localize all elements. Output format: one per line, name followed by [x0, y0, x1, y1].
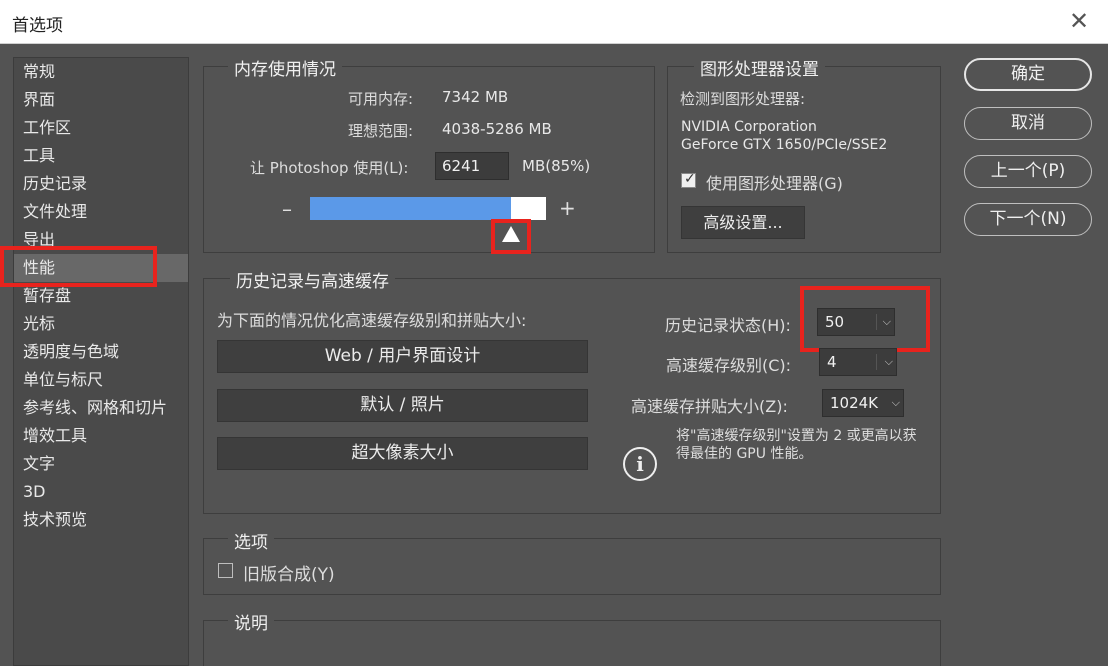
gpu-settings-title: 图形处理器设置 [694, 55, 825, 80]
use-gpu-label: 使用图形处理器(G) [706, 174, 843, 193]
history-states-label: 历史记录状态(H): [665, 316, 791, 335]
sidebar-item-3d[interactable]: 3D [14, 478, 188, 506]
cache-levels-label: 高速缓存级别(C): [666, 356, 792, 375]
legacy-compositing-checkbox[interactable] [218, 563, 233, 578]
gpu-detected-label: 检测到图形处理器: [680, 90, 806, 108]
use-gpu-checkbox[interactable]: ✓ [681, 171, 696, 188]
decrease-memory-button[interactable]: – [282, 197, 292, 221]
gpu-cache-note: 将"高速缓存级别"设置为 2 或更高以获得最佳的 GPU 性能。 [676, 428, 917, 462]
sidebar-item-type[interactable]: 文字 [14, 450, 188, 478]
title-bar: 首选项 ✕ [0, 0, 1108, 44]
preset-default-photos-button[interactable]: 默认 / 照片 [217, 389, 588, 422]
ideal-range-value: 4038-5286 MB [442, 120, 552, 138]
ideal-range-label: 理想范围: [348, 122, 414, 140]
cache-levels-select[interactable]: 4 ⌵ [819, 348, 897, 376]
sidebar-item-units-rulers[interactable]: 单位与标尺 [14, 366, 188, 394]
sidebar-item-general[interactable]: 常规 [14, 58, 188, 86]
memory-slider-track[interactable] [310, 197, 546, 220]
chevron-down-icon: ⌵ [891, 396, 900, 409]
ok-button[interactable]: 确定 [964, 58, 1092, 91]
select-divider [876, 314, 877, 330]
category-sidebar: 常规 界面 工作区 工具 历史记录 文件处理 导出 性能 暂存盘 光标 透明度与… [13, 57, 189, 666]
history-cache-title: 历史记录与高速缓存 [230, 267, 395, 292]
description-group [203, 620, 941, 666]
history-states-value: 50 [825, 313, 845, 331]
memory-unit-label: MB(85%) [522, 157, 591, 175]
sidebar-item-file-handling[interactable]: 文件处理 [14, 198, 188, 226]
next-button[interactable]: 下一个(N) [964, 203, 1092, 236]
chevron-down-icon: ⌵ [882, 315, 891, 328]
tile-size-value: 1024K [830, 394, 879, 412]
sidebar-item-guides-grid[interactable]: 参考线、网格和切片 [14, 394, 188, 422]
cache-levels-value: 4 [827, 353, 837, 371]
increase-memory-button[interactable]: + [559, 196, 576, 220]
history-states-select[interactable]: 50 ⌵ [817, 308, 895, 336]
sidebar-item-interface[interactable]: 界面 [14, 86, 188, 114]
gpu-vendor: NVIDIA Corporation [681, 119, 817, 135]
sidebar-item-workspace[interactable]: 工作区 [14, 114, 188, 142]
sidebar-item-cursors[interactable]: 光标 [14, 310, 188, 338]
sidebar-item-history[interactable]: 历史记录 [14, 170, 188, 198]
preset-web-ui-button[interactable]: Web / 用户界面设计 [217, 340, 588, 373]
cancel-button[interactable]: 取消 [964, 107, 1092, 140]
memory-usage-title: 内存使用情况 [228, 55, 342, 80]
tile-size-label: 高速缓存拼贴大小(Z): [631, 397, 788, 416]
sidebar-item-export[interactable]: 导出 [14, 226, 188, 254]
sidebar-item-tech-preview[interactable]: 技术预览 [14, 506, 188, 534]
sidebar-item-plugins[interactable]: 增效工具 [14, 422, 188, 450]
check-icon: ✓ [684, 171, 696, 187]
memory-usage-input[interactable]: 6241 [435, 152, 509, 180]
sidebar-item-performance[interactable]: 性能 [14, 254, 188, 282]
advanced-settings-button[interactable]: 高级设置... [681, 206, 805, 239]
sidebar-item-scratch-disks[interactable]: 暂存盘 [14, 282, 188, 310]
available-memory-value: 7342 MB [442, 88, 509, 106]
select-divider [876, 354, 877, 370]
preset-huge-pixel-button[interactable]: 超大像素大小 [217, 437, 588, 470]
legacy-compositing-label: 旧版合成(Y) [243, 565, 335, 585]
available-memory-label: 可用内存: [348, 90, 414, 108]
description-title: 说明 [228, 609, 274, 634]
tile-size-select[interactable]: 1024K ⌵ [822, 389, 904, 417]
memory-slider-thumb[interactable] [501, 225, 521, 243]
optimize-label: 为下面的情况优化高速缓存级别和拼贴大小: [217, 311, 527, 330]
sidebar-item-tools[interactable]: 工具 [14, 142, 188, 170]
previous-button[interactable]: 上一个(P) [964, 155, 1092, 188]
window-title: 首选项 [12, 16, 63, 36]
chevron-down-icon: ⌵ [884, 355, 893, 368]
close-icon[interactable]: ✕ [1064, 6, 1094, 36]
options-title: 选项 [228, 528, 274, 553]
gpu-model: GeForce GTX 1650/PCIe/SSE2 [681, 137, 888, 153]
sidebar-item-transparency[interactable]: 透明度与色域 [14, 338, 188, 366]
memory-slider-fill [310, 197, 511, 220]
photoshop-use-label: 让 Photoshop 使用(L): [250, 159, 409, 177]
info-icon: i [623, 447, 657, 481]
